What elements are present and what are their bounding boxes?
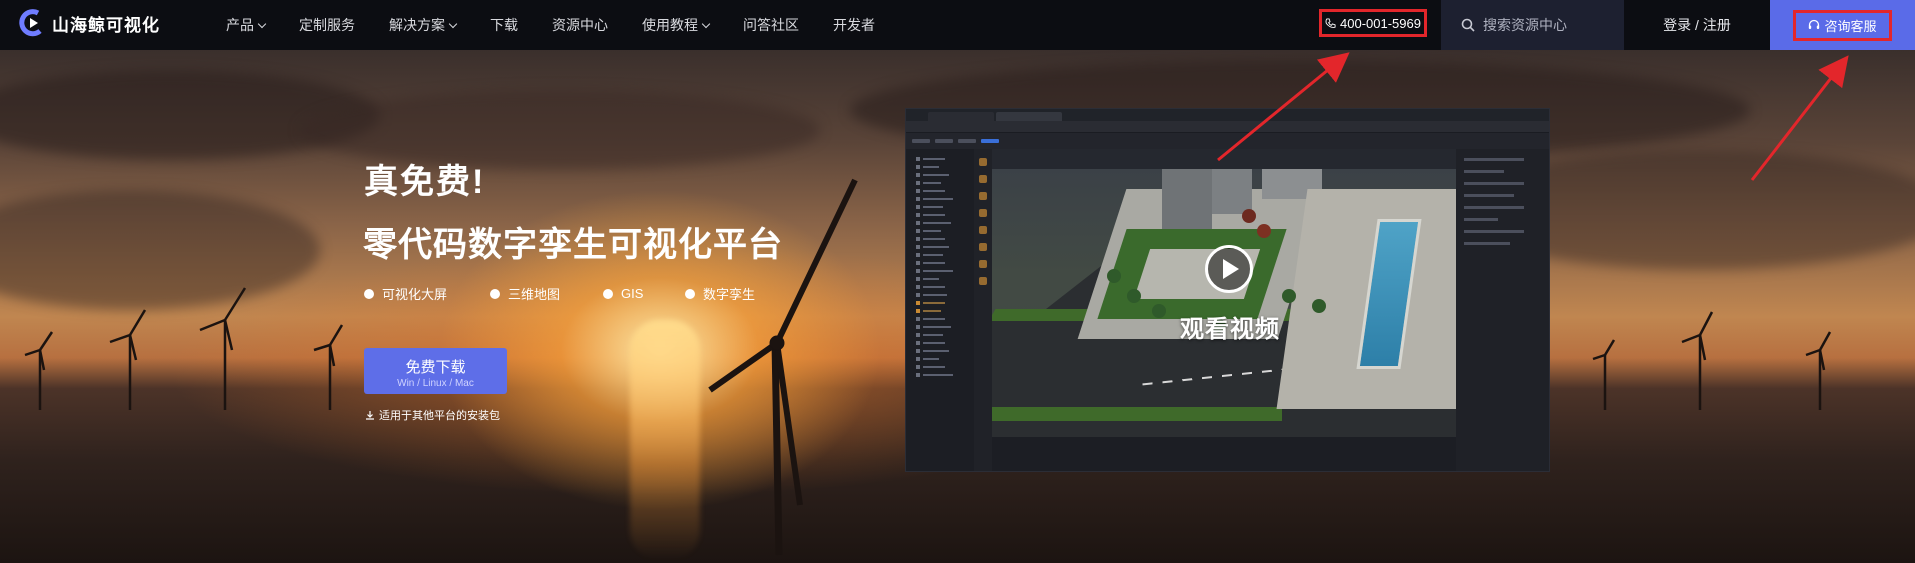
feature-item: 三维地图 [490,284,603,303]
3d-scene-viewport [992,169,1456,437]
download-label: 免费下载 [405,359,466,376]
nav-item-label: 问答社区 [743,17,799,33]
app-toolbar [906,133,1549,149]
feature-label: 数字孪生 [703,287,756,302]
viewport-toolbar [992,149,1456,169]
search-icon [1461,18,1475,32]
download-platforms: Win / Linux / Mac [397,378,474,389]
nav-item-label: 开发者 [833,17,875,33]
bullet-icon [490,288,500,299]
nav-item-label: 解决方案 [389,17,445,33]
consult-button-highlight: 咨询客服 [1793,9,1892,41]
bullet-icon [685,288,695,299]
feature-list: 可视化大屏 三维地图 GIS 数字孪生 [364,284,755,303]
feature-label: 三维地图 [508,287,561,302]
app-icon-column [974,149,992,471]
brand-name: 山海鲸可视化 [52,15,160,35]
feature-label: GIS [621,286,644,301]
nav-item-developers[interactable]: 开发者 [833,15,875,35]
feature-label: 可视化大屏 [382,287,448,302]
brand-logo[interactable]: 山海鲸可视化 [18,9,160,37]
main-nav: 产品 定制服务 解决方案 下载 资源中心 使用教程 问答社区 开发者 [226,0,909,50]
login-register-link[interactable]: 登录 / 注册 [1624,0,1770,50]
app-status-bar [992,437,1456,471]
consult-label: 咨询客服 [1824,18,1877,34]
nav-item-custom-service[interactable]: 定制服务 [299,15,355,35]
nav-item-solutions[interactable]: 解决方案 [389,15,458,35]
phone-number-text: 400-001-5969 [1340,15,1421,31]
search-placeholder: 搜索资源中心 [1483,17,1567,33]
feature-item: GIS [603,284,685,303]
bullet-icon [364,288,374,299]
feature-item: 数字孪生 [685,284,755,303]
search-box[interactable]: 搜索资源中心 [1441,0,1624,50]
phone-icon [1325,17,1336,28]
chevron-down-icon [448,19,458,28]
chevron-down-icon [701,19,711,28]
phone-number[interactable]: 400-001-5969 [1319,9,1427,37]
watch-video-label[interactable]: 观看视频 [1180,309,1280,344]
browser-tabs [906,109,1549,121]
bullet-icon [603,288,613,299]
play-video-button[interactable] [1205,245,1253,293]
browser-tab [996,112,1062,121]
other-platforms-link[interactable]: 适用于其他平台的安装包 [365,407,500,423]
nav-item-label: 定制服务 [299,17,355,33]
nav-item-label: 使用教程 [642,17,698,33]
nav-item-resources[interactable]: 资源中心 [552,15,608,35]
nav-item-community[interactable]: 问答社区 [743,15,799,35]
app-properties-panel [1456,149,1549,471]
browser-tab [928,112,994,121]
hero-subtitle: 零代码数字孪生可视化平台 [363,226,783,264]
nav-item-label: 产品 [226,17,254,33]
browser-address-bar [906,121,1549,133]
nav-item-tutorials[interactable]: 使用教程 [642,15,711,35]
play-icon [1223,259,1239,279]
nav-item-label: 下载 [490,17,518,33]
logo-icon [19,9,42,37]
nav-item-product[interactable]: 产品 [226,15,267,35]
nav-item-download[interactable]: 下载 [490,15,518,35]
feature-item: 可视化大屏 [364,284,490,303]
download-icon [366,411,374,420]
headset-icon [1809,19,1820,29]
login-register-label: 登录 / 注册 [1663,17,1731,33]
consult-button[interactable]: 咨询客服 [1770,0,1915,50]
top-navbar: 山海鲸可视化 产品 定制服务 解决方案 下载 资源中心 使用教程 问答社区 开发… [0,0,1915,50]
free-download-button[interactable]: 免费下载 Win / Linux / Mac [364,348,507,394]
other-platforms-label: 适用于其他平台的安装包 [379,410,500,422]
app-layer-tree [906,149,974,471]
hero-title: 真免费! [364,163,486,201]
chevron-down-icon [257,19,267,28]
nav-item-label: 资源中心 [552,17,608,33]
